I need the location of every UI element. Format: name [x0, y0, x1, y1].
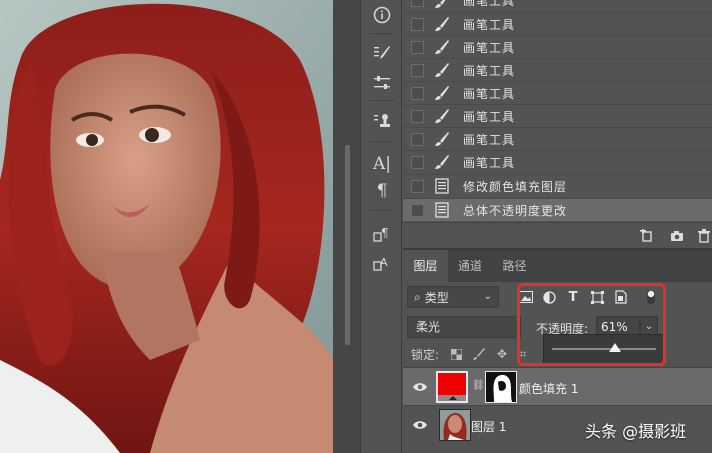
history-item-label: 画笔工具	[463, 86, 516, 101]
history-item[interactable]: 画笔工具	[403, 58, 712, 81]
portrait-image	[0, 0, 333, 453]
history-checkbox[interactable]	[411, 203, 424, 217]
history-checkbox[interactable]	[411, 17, 424, 31]
history-checkbox[interactable]	[411, 179, 424, 193]
history-item[interactable]: 画笔工具	[403, 0, 712, 12]
smart-object-filter-icon[interactable]	[613, 289, 629, 305]
delete-trash-icon[interactable]	[697, 229, 711, 243]
history-item-label: 画笔工具	[463, 0, 516, 8]
type-layer-filter-icon[interactable]: T	[565, 289, 581, 305]
visibility-eye-icon[interactable]	[413, 418, 427, 432]
history-checkbox[interactable]	[411, 63, 424, 77]
layer-thumbnail[interactable]	[439, 409, 471, 441]
tab-channels[interactable]: 通道	[448, 250, 492, 282]
paragraph-icon[interactable]: ¶	[369, 178, 395, 204]
canvas-scrollbar[interactable]	[333, 0, 360, 453]
brush-settings-icon[interactable]	[369, 40, 395, 66]
brush-icon	[434, 39, 450, 55]
photo-canvas[interactable]	[0, 0, 333, 453]
layer-kind-select[interactable]: ⌕ 类型 ⌄	[407, 286, 499, 308]
scrollbar-thumb[interactable]	[345, 145, 350, 345]
character-icon[interactable]: A|	[369, 151, 395, 177]
chevron-down-icon: ⌄	[483, 291, 492, 302]
document-icon	[434, 202, 450, 218]
history-checkbox[interactable]	[411, 0, 424, 7]
lock-position-icon[interactable]: ✥	[495, 347, 509, 361]
opacity-slider-thumb[interactable]	[609, 343, 622, 352]
panel-tabs: 图层 通道 路径	[403, 250, 712, 282]
brush-icon	[434, 85, 450, 101]
history-checkbox[interactable]	[411, 109, 424, 123]
brush-icon	[434, 154, 450, 170]
opacity-slider-track[interactable]	[552, 348, 656, 350]
history-checkbox[interactable]	[411, 86, 424, 100]
character-styles-icon[interactable]: A	[369, 250, 395, 276]
search-icon: ⌕	[414, 289, 421, 304]
svg-text:¶: ¶	[381, 226, 389, 240]
history-item[interactable]: 画笔工具	[403, 35, 712, 58]
blend-mode-select[interactable]: 柔光	[407, 316, 521, 338]
history-item-label: 修改颜色填充图层	[463, 179, 568, 194]
lock-artboard-icon[interactable]: ⌗	[516, 347, 530, 361]
history-checkbox[interactable]	[411, 40, 424, 54]
history-item-label: 画笔工具	[463, 155, 516, 170]
history-item[interactable]: 修改颜色填充图层	[403, 174, 712, 197]
history-item-label: 画笔工具	[463, 132, 516, 147]
visibility-eye-icon[interactable]	[413, 380, 427, 394]
lock-label: 锁定:	[411, 348, 440, 362]
history-item-label: 画笔工具	[463, 109, 516, 124]
paragraph-styles-icon[interactable]: ¶	[369, 221, 395, 247]
adjustment-layer-filter-icon[interactable]	[541, 289, 557, 305]
layer-mask-thumbnail[interactable]	[485, 371, 517, 403]
layer-filter-row: ⌕ 类型 ⌄ T	[403, 286, 712, 312]
brush-icon	[434, 0, 450, 9]
clone-source-icon[interactable]	[369, 108, 395, 134]
history-checkbox[interactable]	[411, 155, 424, 169]
history-checkbox[interactable]	[411, 132, 424, 146]
history-item-selected[interactable]: 总体不透明度更改	[403, 198, 712, 221]
layer-name[interactable]: 颜色填充 1	[519, 380, 578, 397]
adjust-sliders-icon[interactable]	[369, 70, 395, 96]
brush-icon	[434, 16, 450, 32]
history-item-label: 总体不透明度更改	[463, 203, 568, 218]
history-item[interactable]: 画笔工具	[403, 81, 712, 104]
filter-toggle-icon[interactable]	[643, 289, 659, 305]
document-icon	[434, 178, 450, 194]
shape-layer-filter-icon[interactable]	[589, 289, 605, 305]
layer-name[interactable]: 图层 1	[471, 418, 506, 435]
pixel-layer-filter-icon[interactable]	[518, 289, 534, 305]
history-panel: 画笔工具 画笔工具 画笔工具 画笔工具 画笔工具 画笔工具 画笔工具 画笔工具	[403, 0, 712, 222]
info-icon[interactable]	[369, 2, 395, 28]
history-item-label: 画笔工具	[463, 40, 516, 55]
brush-icon	[434, 108, 450, 124]
brush-icon	[434, 62, 450, 78]
tab-layers[interactable]: 图层	[403, 250, 448, 282]
history-item[interactable]: 画笔工具	[403, 127, 712, 150]
layer-row-fill[interactable]: ⛓ 颜色填充 1	[403, 367, 712, 405]
history-item[interactable]: 画笔工具	[403, 104, 712, 127]
svg-text:A: A	[380, 256, 388, 269]
fill-color-thumbnail[interactable]	[436, 371, 468, 403]
history-item-label: 画笔工具	[463, 17, 516, 32]
history-item[interactable]: 画笔工具	[403, 150, 712, 173]
tab-paths[interactable]: 路径	[492, 250, 537, 282]
lock-transparent-pixels-icon[interactable]	[449, 347, 463, 361]
watermark: 头条 @摄影班	[585, 422, 687, 441]
link-chain-icon[interactable]: ⛓	[472, 380, 485, 391]
lock-image-pixels-icon[interactable]	[472, 347, 486, 361]
opacity-slider-popup	[543, 334, 664, 364]
new-document-from-state-icon[interactable]	[640, 229, 654, 243]
panel-icon-column: A| ¶ ¶ A	[360, 0, 402, 453]
brush-icon	[434, 131, 450, 147]
history-item[interactable]: 画笔工具	[403, 12, 712, 35]
layer-kind-value: 类型	[424, 290, 449, 305]
history-item-label: 画笔工具	[463, 63, 516, 78]
history-footer	[403, 222, 712, 248]
snapshot-camera-icon[interactable]	[670, 229, 684, 243]
